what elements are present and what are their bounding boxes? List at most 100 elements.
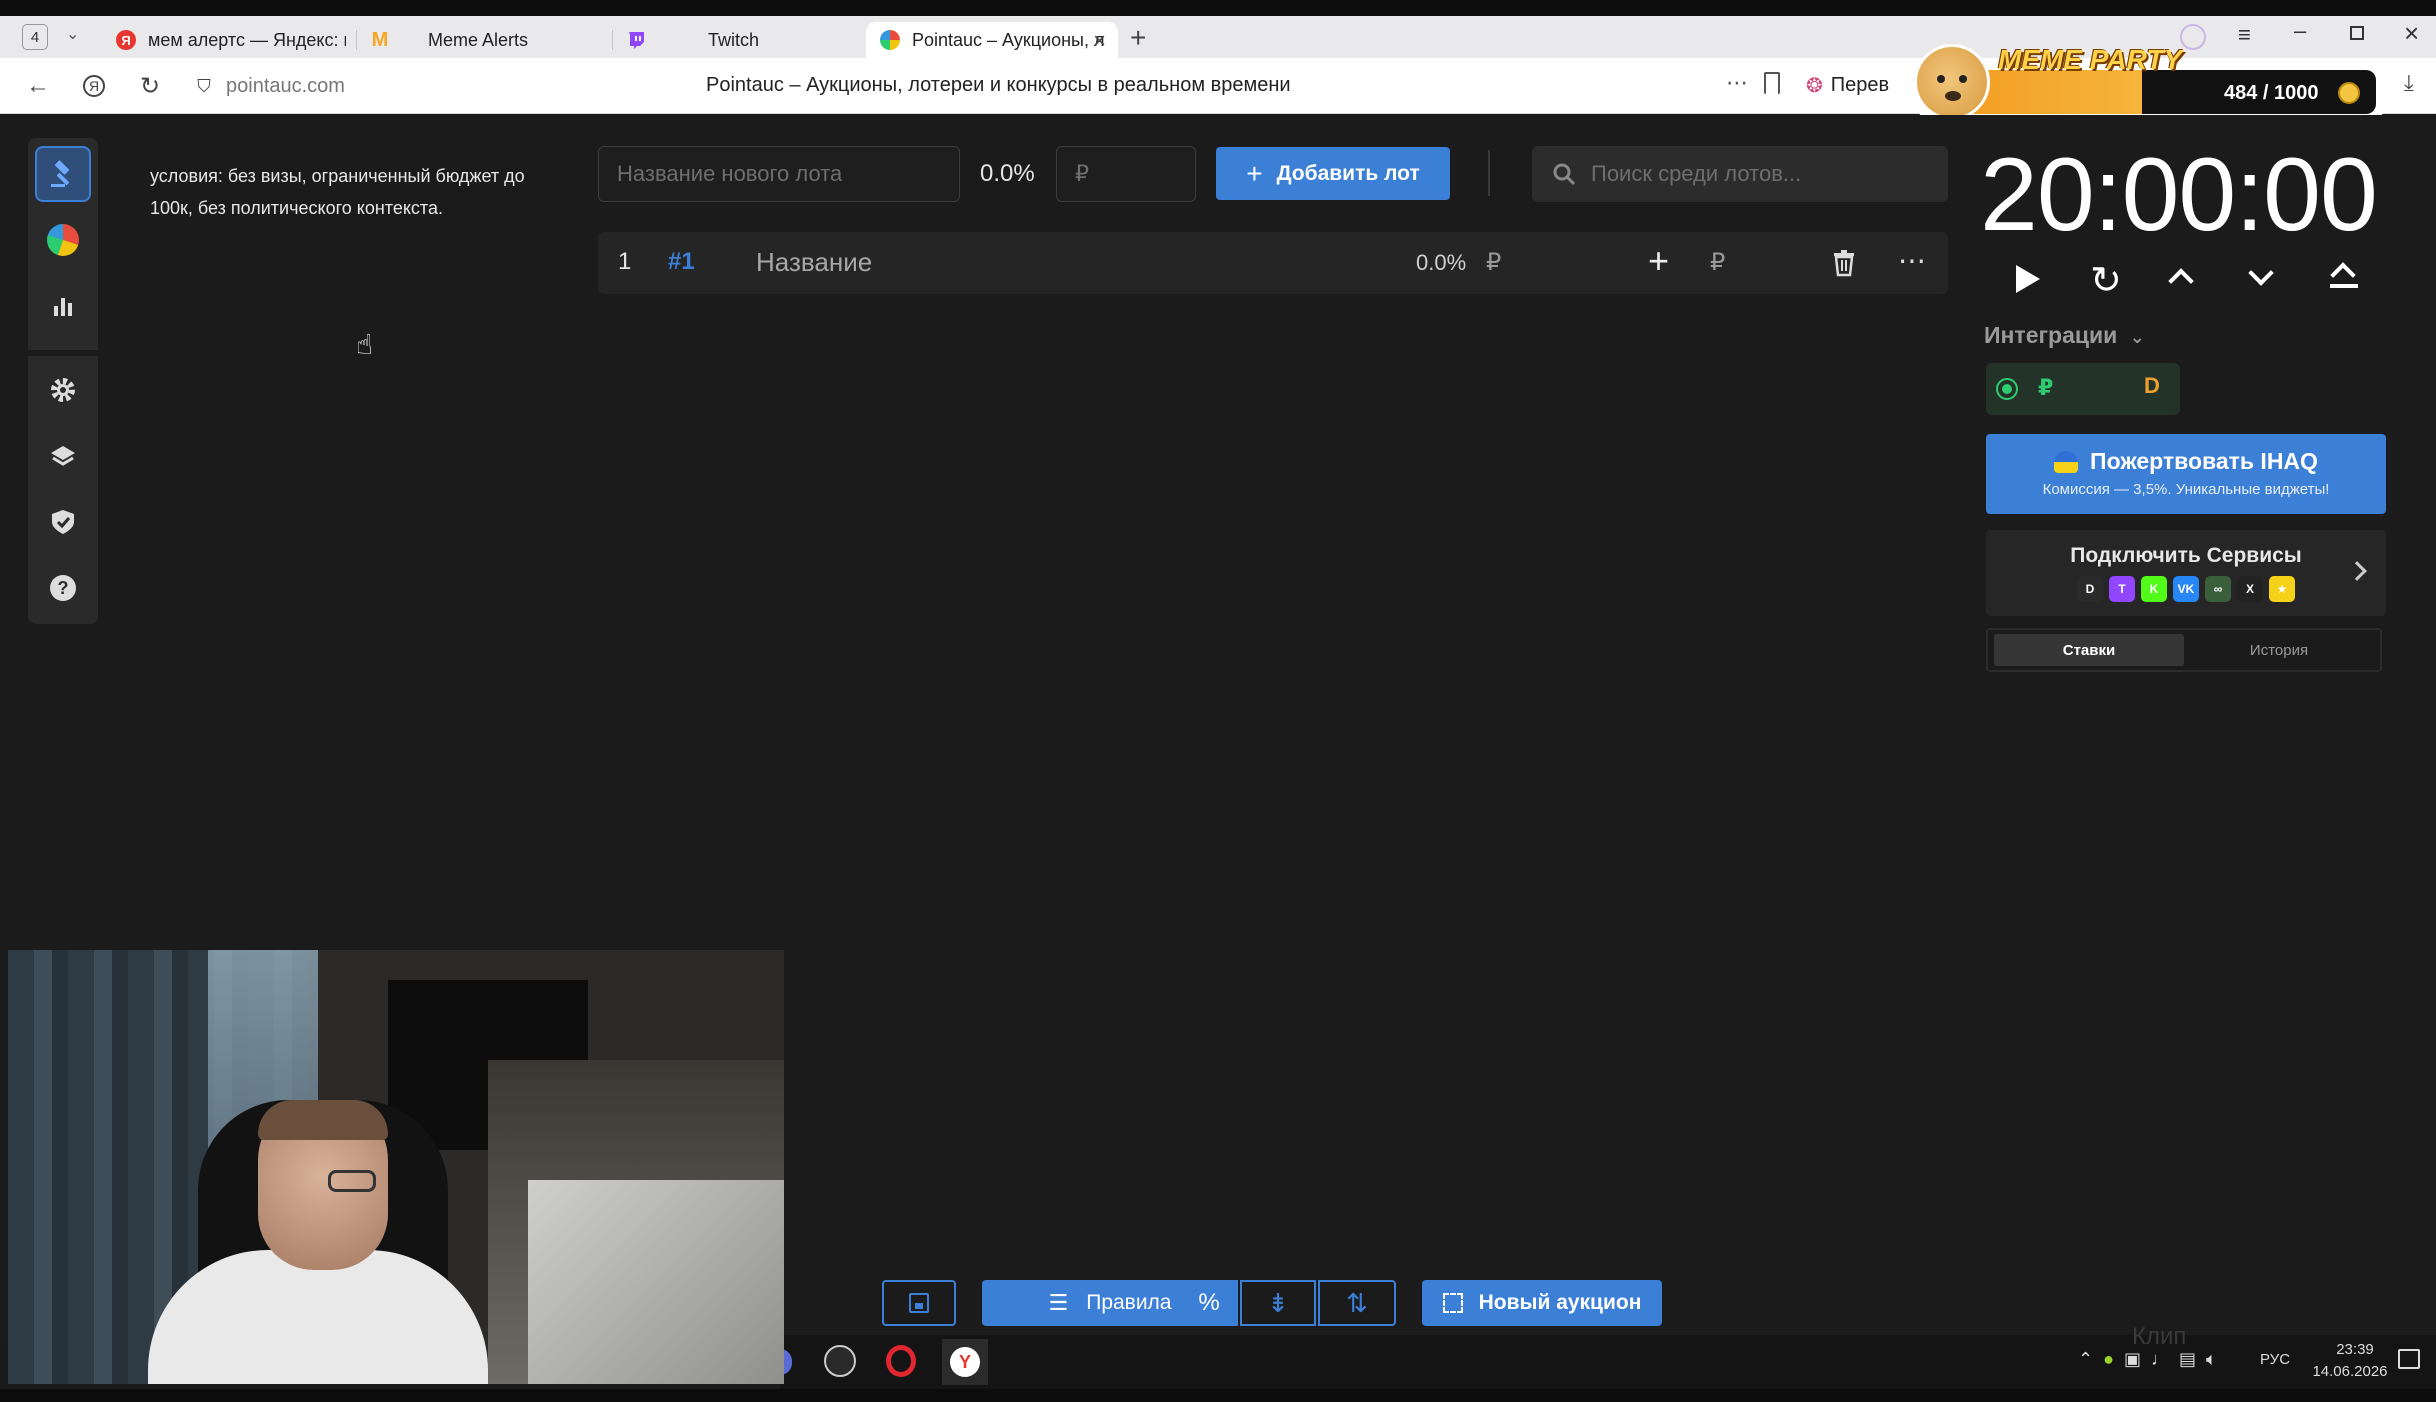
clock-time[interactable]: 23:39 [2320,1341,2390,1358]
help-icon: ? [50,575,76,601]
sidebar-item-wheel[interactable] [35,212,91,268]
donationalerts-badge[interactable]: D [2144,373,2160,399]
add-amount-icon[interactable]: + [1648,240,1669,282]
lot-percent: 0.0% [1416,250,1467,275]
connect-services-button[interactable]: Подключить Сервисы D T K VK ∞ X ★ [1986,530,2386,616]
play-icon[interactable] [2016,265,2040,293]
tab-yandex[interactable]: Я мем алертс — Яндекс: на [116,22,346,58]
layers-icon [51,446,75,466]
timer-max-icon[interactable] [2330,262,2358,288]
tab-title: Meme Alerts [428,29,529,50]
lot-name[interactable]: Название [756,247,872,278]
twitch-icon: T [2109,576,2135,602]
translate-label: Перев [1830,73,1890,96]
notifications-icon[interactable] [2398,1349,2420,1369]
donate-subtitle: Комиссия — 3,5%. Уникальные виджеты! [2042,481,2330,498]
sidebar-divider [28,350,98,356]
sidebar-item-moderation[interactable] [35,494,91,550]
download-icon[interactable]: ⤓ [2404,70,2414,96]
meme-alerts-icon: M [371,28,389,51]
sidebar-item-auction[interactable] [35,146,91,202]
lot-row[interactable]: 1 #1 Название 0.0% ₽ + ₽ ⋯ [598,232,1948,294]
toolbar-divider [1488,150,1490,196]
tray-icons: ⌃ ● ▣ ♩ ▤ 🔈︎ [2078,1349,2217,1370]
integrations-toggle[interactable]: Интеграции ⌄ [1984,322,2145,349]
tab-history[interactable]: История [2184,634,2374,666]
chevron-up-icon[interactable]: ⌃ [2078,1349,2093,1370]
donate-button[interactable]: Пожертвовать IHAQ Комиссия — 3,5%. Уника… [1986,434,2386,514]
volume-icon[interactable]: 🔈︎ [2206,1349,2217,1370]
translate-button[interactable]: ❂ Перев [1806,68,1889,102]
sidebar-item-help[interactable]: ? [35,560,91,616]
save-button[interactable] [882,1280,956,1326]
back-icon[interactable]: ← [24,72,52,100]
lot-index: 1 [618,248,632,275]
coin-icon [2338,82,2360,104]
sidebar-item-settings[interactable] [35,362,91,418]
add-lot-button[interactable]: + Добавить лот [1216,147,1450,200]
lot-add-currency[interactable]: ₽ [1710,248,1725,277]
new-tab-icon[interactable]: + [1130,22,1146,54]
white-cabinet [528,1180,784,1384]
obs-icon[interactable] [824,1345,856,1377]
doge-icon [1914,44,1990,120]
bar-chart-icon [54,298,72,316]
trash-icon[interactable] [1832,249,1856,277]
compress-icon: ⇟ [1267,1287,1289,1318]
gavel-icon [51,160,70,187]
lot-currency: ₽ [1486,249,1502,276]
translate-icon: ❂ [1806,74,1823,97]
reset-icon[interactable]: ↻ [2090,258,2122,303]
twitch-icon [626,30,646,50]
tab-pointauc[interactable]: Pointauc – Аукционы, л × [866,22,1118,58]
ukraine-heart-icon [2054,450,2079,473]
close-tab-icon[interactable]: × [1093,28,1106,54]
restore-icon[interactable] [2350,26,2364,40]
opera-icon[interactable] [886,1345,916,1377]
camera-icon[interactable]: ▣ [2124,1349,2141,1370]
screen-bottom-border [0,1389,2436,1402]
clock-date[interactable]: 14.06.2026 [2310,1363,2390,1380]
new-lot-percent: 0.0% [980,160,1035,187]
yandex-icon: Я [116,30,136,50]
pointauc-icon [880,30,900,50]
microphone-icon[interactable]: ♩ [2151,1349,2169,1370]
lot-search-input[interactable]: Поиск среди лотов... [1532,146,1948,202]
new-lot-amount-input[interactable]: ₽ [1056,146,1196,202]
tab-twitch[interactable]: Twitch [626,22,856,58]
connect-services-label: Подключить Сервисы [2070,544,2302,567]
language-indicator[interactable]: РУС [2260,1351,2290,1368]
split-button[interactable]: ⇟ [1240,1280,1316,1326]
mouse-cursor: ☝ [356,329,374,360]
new-auction-icon [1442,1293,1463,1313]
chevron-down-icon[interactable]: ⌄ [66,24,79,44]
yandex-browser-icon[interactable]: Y [942,1339,988,1385]
url-text[interactable]: pointauc.com [226,75,345,98]
timer-display: 20:00:00 [1980,137,2378,253]
more-options-icon[interactable]: ⋯ [1898,244,1926,277]
meme-party-counter: 484 / 1000 [2224,82,2319,104]
percent-icon: % [1198,1289,1220,1316]
new-auction-button[interactable]: Новый аукцион [1422,1280,1662,1326]
sort-button[interactable]: ⇅ [1318,1280,1396,1326]
security-shield-icon: ⛉ [197,75,211,96]
close-window-icon[interactable]: × [2404,18,2419,49]
integration-active-icon[interactable] [1996,378,2018,400]
right-tabs: Ставки История [1986,628,2382,672]
percent-button[interactable]: % [1180,1280,1238,1326]
integration-currency[interactable]: ₽ [2038,375,2053,401]
new-lot-name-input[interactable]: Название нового лота [598,146,960,202]
reload-icon[interactable]: ↻ [136,72,164,100]
yandex-home-icon[interactable]: Я [80,72,108,100]
network-icon[interactable]: ▤ [2179,1349,2196,1370]
tray-app-icon[interactable]: ● [2103,1349,2114,1370]
tab-meme-alerts[interactable]: M Meme Alerts [370,22,600,58]
more-icon[interactable]: ⋯ [1726,70,1748,96]
tab-counter[interactable]: 4 [22,24,48,50]
save-icon [909,1293,929,1313]
bookmark-icon[interactable] [1764,72,1780,94]
sidebar-item-stats[interactable] [35,278,91,334]
sidebar-item-layers[interactable] [35,428,91,484]
integrations-label: Интеграции [1984,322,2118,348]
tab-stakes[interactable]: Ставки [1994,634,2184,666]
